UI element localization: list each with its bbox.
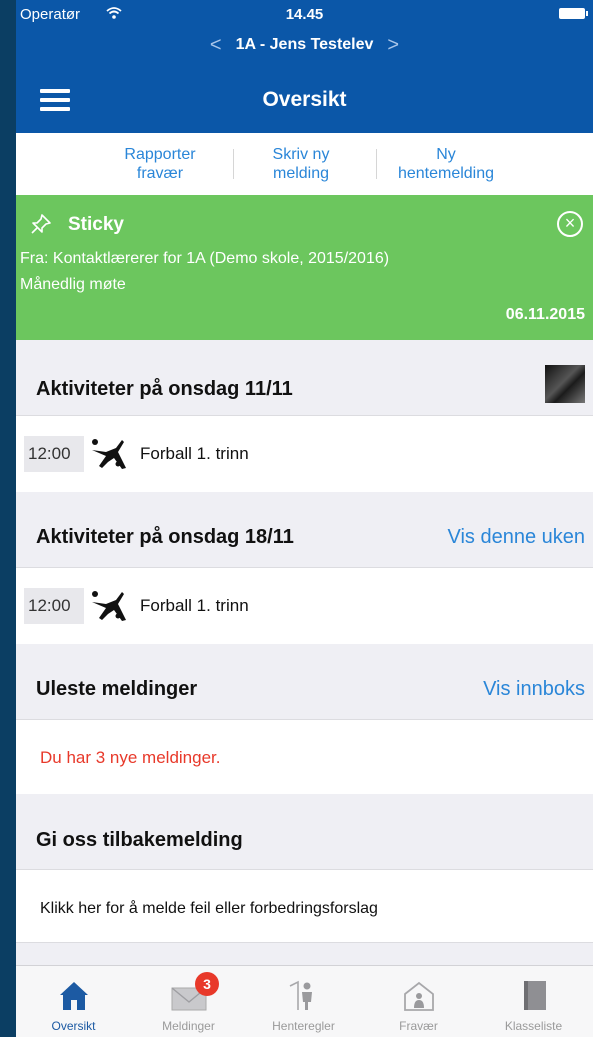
- tab-meldinger[interactable]: 3 Meldinger: [131, 966, 246, 1037]
- pickup-person-icon: [289, 980, 312, 1010]
- divider: [376, 149, 377, 179]
- next-student-button[interactable]: >: [387, 34, 399, 57]
- section-title: Uleste meldinger: [36, 678, 198, 700]
- tab-label: Fravær: [399, 1019, 438, 1033]
- tab-bar: Oversikt 3 Meldinger Henteregler Fravær …: [16, 965, 593, 1037]
- house-person-icon: [404, 981, 434, 1011]
- tab-fravaer[interactable]: Fravær: [361, 966, 476, 1037]
- section-title: Gi oss tilbakemelding: [36, 829, 243, 851]
- activity-row[interactable]: 12:00 Forball 1. trinn: [16, 416, 593, 492]
- close-icon[interactable]: ×: [557, 211, 583, 237]
- soccer-player-icon: [92, 439, 126, 469]
- section-header-activities: Aktiviteter på onsdag 18/11 Vis denne uk…: [16, 492, 593, 568]
- section-title: Aktiviteter på onsdag 11/11: [36, 378, 293, 400]
- activity-thumbnail[interactable]: [545, 365, 585, 403]
- clock: 14.45: [285, 6, 324, 23]
- tab-label: Henteregler: [272, 1019, 335, 1033]
- soccer-player-icon: [92, 591, 126, 621]
- section-title: Aktiviteter på onsdag 18/11: [36, 526, 294, 548]
- tab-label: Meldinger: [162, 1019, 215, 1033]
- tab-henteregler[interactable]: Henteregler: [246, 966, 361, 1037]
- action-line: melding: [272, 165, 330, 182]
- unread-messages-row[interactable]: Du har 3 nye meldinger.: [16, 720, 593, 794]
- action-line: Ny: [436, 146, 456, 163]
- tab-klasseliste[interactable]: Klasseliste: [476, 966, 591, 1037]
- previous-student-button[interactable]: <: [210, 34, 222, 57]
- sticky-title: Sticky: [68, 214, 124, 235]
- section-header-activities: Aktiviteter på onsdag 11/11: [16, 340, 593, 416]
- home-icon: [60, 982, 88, 1010]
- activity-time: 12:00: [24, 436, 84, 472]
- write-message-button[interactable]: Skriv ny melding: [256, 145, 346, 183]
- sticky-message[interactable]: Sticky × Fra: Kontaktlærerer for 1A (Dem…: [16, 195, 593, 340]
- activity-time: 12:00: [24, 588, 84, 624]
- feedback-text: Klikk her for å melde feil eller forbedr…: [40, 900, 378, 917]
- section-header-unread: Uleste meldinger Vis innboks: [16, 644, 593, 720]
- report-absence-button[interactable]: Rapporter fravær: [110, 145, 210, 183]
- app-screen: Operatør 14.45 < 1A - Jens Testelev > Ov…: [16, 0, 593, 1037]
- show-week-link[interactable]: Vis denne uken: [447, 526, 585, 549]
- feedback-row[interactable]: Klikk her for å melde feil eller forbedr…: [16, 870, 593, 943]
- quick-actions-bar: Rapporter fravær Skriv ny melding Ny hen…: [16, 133, 593, 195]
- student-name: 1A - Jens Testelev: [235, 36, 374, 53]
- book-icon: [524, 981, 546, 1010]
- tab-oversikt[interactable]: Oversikt: [16, 966, 131, 1037]
- sticky-date: 06.11.2015: [505, 306, 585, 323]
- action-line: fravær: [136, 165, 184, 182]
- unread-badge: 3: [195, 972, 219, 996]
- sticky-subject: Månedlig møte: [20, 276, 126, 293]
- battery-icon: [559, 8, 588, 19]
- activity-name: Forball 1. trinn: [140, 444, 249, 463]
- show-inbox-link[interactable]: Vis innboks: [483, 678, 585, 701]
- activity-name: Forball 1. trinn: [140, 596, 249, 615]
- action-line: hentemelding: [397, 165, 495, 182]
- divider: [233, 149, 234, 179]
- section-header-feedback: Gi oss tilbakemelding: [16, 794, 593, 870]
- status-bar: Operatør 14.45: [16, 0, 593, 30]
- sticky-sender: Fra: Kontaktlærerer for 1A (Demo skole, …: [20, 250, 390, 267]
- tab-label: Klasseliste: [504, 1019, 563, 1033]
- action-line: Skriv ny: [272, 146, 330, 163]
- navigation-bar: Oversikt: [16, 60, 593, 133]
- action-line: Rapporter: [124, 146, 196, 163]
- tab-label: Oversikt: [51, 1019, 96, 1033]
- student-switcher: < 1A - Jens Testelev >: [16, 30, 593, 60]
- page-title: Oversikt: [262, 88, 347, 111]
- unread-count-text: Du har 3 nye meldinger.: [40, 748, 221, 767]
- activity-row[interactable]: 12:00 Forball 1. trinn: [16, 568, 593, 644]
- new-pickup-message-button[interactable]: Ny hentemelding: [386, 145, 506, 183]
- pin-icon: [31, 214, 51, 234]
